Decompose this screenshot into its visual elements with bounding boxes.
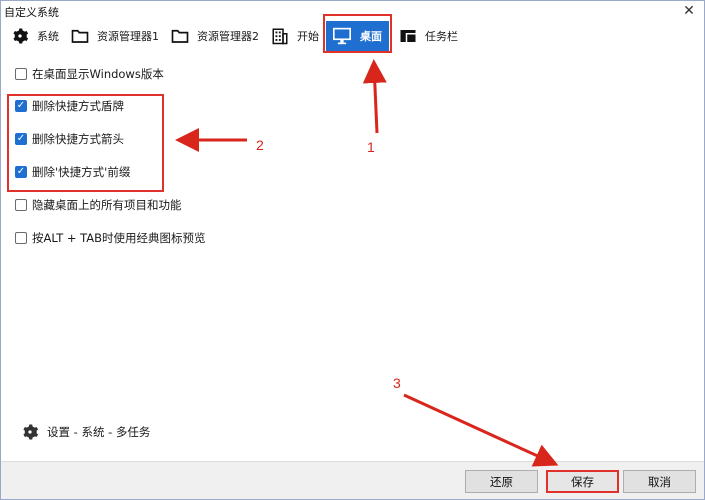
tab-start-label: 开始 [297, 30, 319, 43]
checkbox-hide-desktop-items[interactable] [15, 199, 27, 211]
checkbox-remove-shortcut-prefix[interactable] [15, 166, 27, 178]
tab-start[interactable]: 开始 [265, 21, 325, 51]
option-label: 隐藏桌面上的所有项目和功能 [32, 198, 182, 212]
option-remove-shortcut-shield[interactable]: 删除快捷方式盾牌 [15, 97, 124, 115]
option-label: 删除快捷方式箭头 [32, 132, 124, 146]
dialog-footer: 还原 保存 取消 [1, 461, 704, 499]
save-button[interactable]: 保存 [546, 470, 619, 493]
folder-icon [171, 29, 189, 43]
gear-icon [13, 28, 29, 44]
building-icon [272, 28, 288, 45]
checkbox-classic-alt-tab[interactable] [15, 232, 27, 244]
tab-explorer-1-label: 资源管理器1 [97, 30, 159, 43]
option-hide-desktop-items[interactable]: 隐藏桌面上的所有项目和功能 [15, 196, 182, 214]
customize-system-window: 自定义系统 ✕ 系统 资源管理器1 资源管理器2 开始 桌面 任务栏 在桌面显示… [0, 0, 705, 500]
checkbox-remove-shortcut-arrow[interactable] [15, 133, 27, 145]
tab-taskbar[interactable]: 任务栏 [393, 21, 464, 51]
settings-path: 设置 - 系统 - 多任务 [47, 425, 151, 439]
option-remove-shortcut-arrow[interactable]: 删除快捷方式箭头 [15, 130, 124, 148]
checkbox-remove-shortcut-shield[interactable] [15, 100, 27, 112]
annotation-number-2: 2 [256, 137, 264, 153]
tab-explorer-2-label: 资源管理器2 [197, 30, 259, 43]
annotation-number-1: 1 [367, 139, 375, 155]
cancel-button[interactable]: 取消 [623, 470, 696, 493]
tab-system-label: 系统 [37, 30, 59, 43]
desktop-options-panel: 在桌面显示Windows版本 删除快捷方式盾牌 删除快捷方式箭头 删除'快捷方式… [1, 51, 704, 461]
gear-icon [23, 424, 39, 440]
option-label: 删除快捷方式盾牌 [32, 99, 124, 113]
taskbar-icon [400, 30, 416, 42]
desktop-tab-highlight [323, 14, 392, 53]
option-show-windows-version[interactable]: 在桌面显示Windows版本 [15, 65, 164, 83]
annotation-number-3: 3 [393, 375, 401, 391]
folder-icon [71, 29, 89, 43]
window-title: 自定义系统 [4, 6, 59, 19]
tab-explorer-1[interactable]: 资源管理器1 [65, 21, 165, 51]
tab-taskbar-label: 任务栏 [425, 30, 458, 43]
tab-explorer-2[interactable]: 资源管理器2 [165, 21, 265, 51]
option-label: 按ALT + TAB时使用经典图标预览 [32, 231, 206, 245]
option-label: 在桌面显示Windows版本 [32, 67, 164, 81]
settings-link[interactable]: 设置 - 系统 - 多任务 [21, 423, 150, 441]
option-remove-shortcut-prefix[interactable]: 删除'快捷方式'前缀 [15, 163, 130, 181]
restore-button[interactable]: 还原 [465, 470, 538, 493]
checkbox-show-windows-version[interactable] [15, 68, 27, 80]
option-classic-alt-tab[interactable]: 按ALT + TAB时使用经典图标预览 [15, 229, 206, 247]
close-button[interactable]: ✕ [680, 2, 698, 20]
option-label: 删除'快捷方式'前缀 [32, 165, 131, 179]
tab-system[interactable]: 系统 [5, 21, 65, 51]
